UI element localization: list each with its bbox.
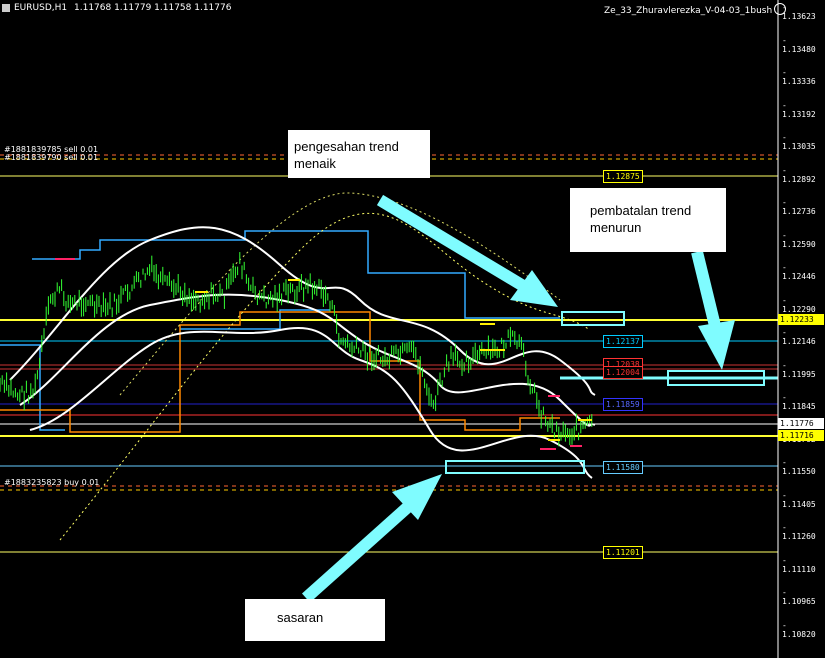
price-tick: - 1.11845 (782, 393, 816, 411)
price-tick: - 1.12590 (782, 230, 816, 249)
price-tag: 1.11716 (778, 430, 824, 441)
price-tick: - 1.11995 (782, 360, 816, 379)
level-label: 1.12137 (603, 335, 643, 348)
note-trend-up: pengesahan trend menaik (288, 130, 430, 178)
level-label: 1.12875 (603, 170, 643, 183)
note-line: pengesahan trend (294, 139, 399, 154)
price-tick: - 1.10965 (782, 588, 816, 606)
note-target: sasaran (245, 599, 385, 641)
note-line: menaik (294, 156, 336, 171)
price-tick: - 1.12446 (782, 263, 816, 281)
order-label[interactable]: #1881839790 sell 0.01 (4, 153, 98, 162)
note-line: menurun (590, 220, 642, 235)
price-tick: - 1.11405 (782, 490, 816, 509)
chart-header: EURUSD,H1 1.11768 1.11779 1.11758 1.1177… (14, 3, 231, 13)
current-price-tag: 1.11776 (778, 418, 824, 429)
price-tick: - 1.12736 (782, 198, 816, 216)
price-chart[interactable] (0, 0, 825, 658)
price-tick: - 1.10820 (782, 620, 816, 639)
price-tick: - 1.12146 (782, 328, 816, 346)
price-tick: - 1.11110 (782, 555, 816, 574)
level-label: 1.11201 (603, 546, 643, 559)
note-trend-down: pembatalan trend menurun (570, 188, 726, 252)
price-tick: - 1.11260 (782, 523, 816, 541)
price-tick: - 1.13192 (782, 100, 816, 119)
note-line: pembatalan trend (590, 203, 692, 218)
price-tick: - 1.12892 (782, 165, 816, 184)
symbol-icon (2, 4, 10, 12)
chart-symbol: EURUSD,H1 (14, 3, 68, 13)
chart-ohlc: 1.11768 1.11779 1.11758 1.11776 (74, 3, 232, 13)
note-line: sasaran (277, 610, 324, 625)
price-tick: - 1.13623 (782, 3, 816, 21)
price-tag: 1.12233 (778, 314, 824, 325)
level-label: 1.11580 (603, 461, 643, 474)
price-tick: - 1.12290 (782, 295, 816, 314)
level-label: 1.12004 (603, 366, 643, 379)
expert-label[interactable]: Ze_33_Zhuravlerezka_V-04-03_1bush (604, 3, 787, 16)
expert-name: Ze_33_Zhuravlerezka_V-04-03_1bush (604, 6, 773, 16)
level-label: 1.11859 (603, 398, 643, 411)
order-label[interactable]: #1883235823 buy 0.01 (4, 478, 99, 487)
price-tick: - 1.13480 (782, 35, 816, 54)
price-axis[interactable]: - 1.13623 - 1.13480 - 1.13336 - 1.13192 - 1.… (778, 0, 825, 658)
price-tick: - 1.11550 (782, 458, 816, 476)
price-tick: - 1.13035 (782, 133, 816, 151)
price-tick: - 1.13336 (782, 68, 816, 86)
